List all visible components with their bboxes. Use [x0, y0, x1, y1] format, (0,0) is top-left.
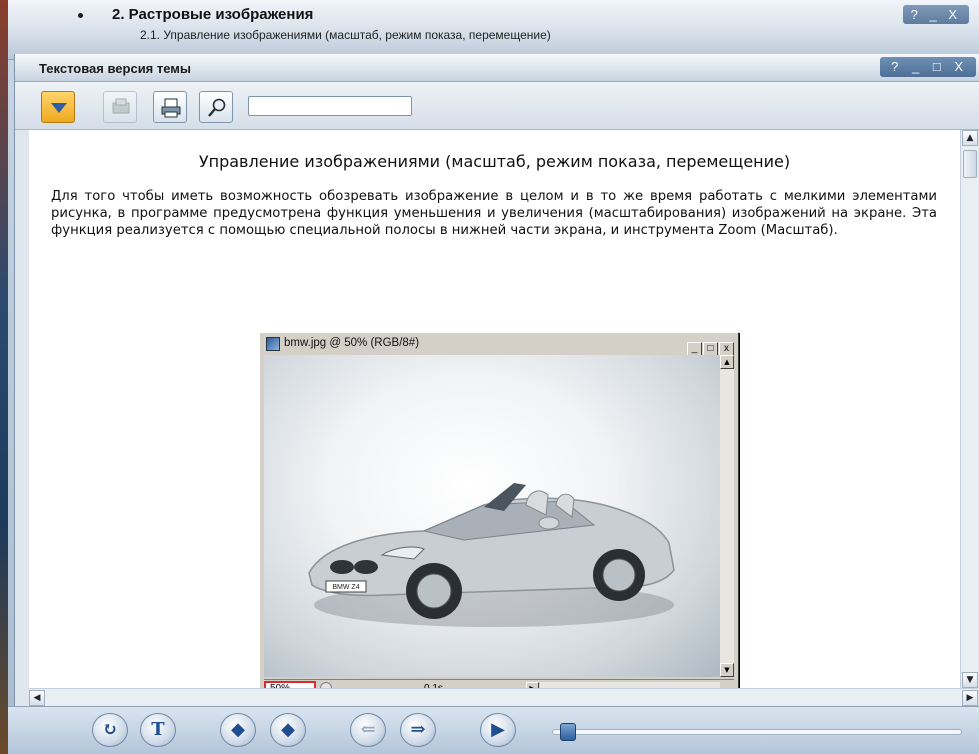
content-vertical-scrollbar[interactable]: ▲ ▼ [960, 130, 978, 688]
ps-window-buttons: _ □ x [686, 336, 734, 356]
previous-button[interactable]: ◆ [220, 713, 256, 747]
license-plate-text: BMW Z4 [332, 584, 359, 591]
next-button[interactable]: ◆ [270, 713, 306, 747]
bullet-icon [78, 13, 83, 18]
document-icon [112, 98, 130, 114]
refresh-button[interactable]: ↻ [92, 713, 128, 747]
scroll-up-icon[interactable]: ▲ [962, 130, 978, 146]
scroll-right-icon[interactable]: ▶ [962, 690, 978, 706]
outer-window-subtitle[interactable]: 2.1. Управление изображениями (масштаб, … [140, 28, 660, 42]
section-heading: Управление изображениями (масштаб, режим… [198, 152, 791, 171]
photoshop-image-window: bmw.jpg @ 50% (RGB/8#) _ □ x BMW Z4 ▲ ▼ [259, 332, 739, 702]
print-preview-button [103, 91, 137, 123]
ps-titlebar: bmw.jpg @ 50% (RGB/8#) _ □ x [262, 335, 736, 356]
scroll-down-icon[interactable]: ▼ [962, 672, 978, 688]
content-area: Управление изображениями (масштаб, режим… [29, 130, 960, 742]
window-title: Текстовая версия темы [39, 61, 192, 76]
image-canvas: BMW Z4 [264, 355, 720, 677]
outer-window-header: 2. Растровые изображения 2.1. Управление… [8, 0, 979, 60]
content-horizontal-scrollbar[interactable]: ◀ ▶ [29, 688, 978, 706]
left-decorative-strip [0, 0, 8, 754]
ps-vertical-scrollbar[interactable]: ▲ ▼ [720, 355, 734, 677]
magnifier-icon [208, 98, 226, 117]
menu-dropdown-button[interactable] [41, 91, 75, 123]
search-input[interactable] [248, 96, 412, 116]
outer-window-controls[interactable]: ? _ X [902, 5, 969, 24]
player-bar: ↻ T ◆ ◆ ⇐ ⇒ ▶ [8, 706, 979, 754]
scroll-up-arrow-icon[interactable]: ▲ [720, 355, 734, 369]
scroll-left-icon[interactable]: ◀ [29, 690, 45, 706]
printer-icon [161, 98, 181, 118]
progress-track[interactable] [552, 729, 962, 735]
text-version-window: Текстовая версия темы ? _ □ X Управление… [14, 54, 979, 754]
print-button[interactable] [153, 91, 187, 123]
minimize-button[interactable]: _ [687, 342, 702, 356]
triangle-down-icon [51, 103, 67, 113]
search-button[interactable] [199, 91, 233, 123]
maximize-button[interactable]: □ [703, 342, 718, 356]
forward-button[interactable]: ⇒ [400, 713, 436, 747]
inner-titlebar: Текстовая версия темы ? _ □ X [15, 54, 979, 82]
back-button: ⇐ [350, 713, 386, 747]
scroll-down-arrow-icon[interactable]: ▼ [720, 663, 734, 677]
outer-window-title: 2. Растровые изображения [112, 6, 314, 23]
scroll-thumb[interactable] [963, 150, 977, 178]
progress-slider-thumb[interactable] [560, 723, 576, 741]
text-mode-button[interactable]: T [140, 713, 176, 747]
toolbar [15, 82, 979, 130]
play-button[interactable]: ▶ [480, 713, 516, 747]
close-button[interactable]: x [719, 342, 734, 356]
body-paragraph: Для того чтобы иметь возможность обозрев… [51, 189, 937, 238]
car-image: BMW Z4 [308, 483, 675, 627]
ps-window-title: bmw.jpg @ 50% (RGB/8#) [284, 337, 420, 349]
photoshop-doc-icon [266, 337, 280, 351]
window-controls[interactable]: ? _ □ X [880, 57, 976, 77]
